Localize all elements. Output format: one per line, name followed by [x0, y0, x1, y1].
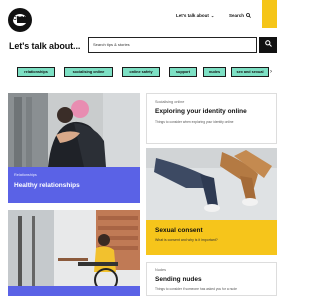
- chip-socialising-online[interactable]: socialising online: [64, 67, 113, 77]
- chip-online-safety[interactable]: online safety: [122, 67, 160, 77]
- chip-sex-and-sexual[interactable]: sex and sexual: [231, 67, 269, 77]
- wheelchair-photo: [8, 210, 140, 296]
- healthy-relationships-card[interactable]: Relationships Healthy relationships: [8, 167, 140, 203]
- nav-lets-talk-label: Let's talk about: [176, 13, 209, 18]
- nav-lets-talk[interactable]: Let's talk about ⌄: [176, 13, 214, 18]
- card-title: Sexual consent: [155, 227, 203, 234]
- legs-photo: [146, 148, 277, 220]
- sending-nudes-card[interactable]: Nudes Sending nudes Things to consider i…: [146, 262, 277, 296]
- search-input[interactable]: Search tips & stories: [88, 37, 257, 53]
- search-submit-button[interactable]: [259, 37, 277, 53]
- yellow-corner-tab[interactable]: [262, 0, 277, 28]
- card-description: What is consent and why is it important?: [155, 238, 218, 242]
- card-title: Healthy relationships: [14, 182, 80, 189]
- sexual-consent-image[interactable]: [146, 148, 277, 220]
- healthy-relationships-image[interactable]: [8, 93, 140, 167]
- search-icon: [246, 13, 252, 18]
- chip-nudes[interactable]: nudes: [203, 67, 226, 77]
- wheelchair-card-footer[interactable]: [8, 286, 140, 296]
- card-description: Things to consider if someone has asked …: [155, 287, 237, 291]
- nav-search[interactable]: Search: [229, 13, 252, 18]
- card-kicker: Socialising online: [155, 100, 185, 104]
- card-kicker: Nudes: [155, 268, 166, 272]
- chevron-right-icon[interactable]: ›: [270, 67, 272, 77]
- logo-text: CEOP: [12, 16, 28, 22]
- chip-support[interactable]: support: [169, 67, 197, 77]
- topic-chips: relationships socialising online online …: [17, 67, 273, 77]
- card-description: Things to consider when exploring your i…: [155, 120, 234, 124]
- exploring-identity-card[interactable]: Socialising online Exploring your identi…: [146, 93, 277, 144]
- sexual-consent-card[interactable]: Sexual consent What is consent and why i…: [146, 220, 277, 255]
- site-logo[interactable]: CEOP: [8, 8, 32, 32]
- chip-relationships[interactable]: relationships: [17, 67, 55, 77]
- card-title: Exploring your identity online: [155, 108, 247, 115]
- card-kicker: Relationships: [14, 173, 37, 177]
- nav-search-label: Search: [229, 13, 245, 18]
- wheelchair-card-image[interactable]: [8, 210, 140, 296]
- couple-photo: [8, 93, 140, 167]
- chevron-down-icon: ⌄: [210, 13, 215, 18]
- search-icon: [264, 40, 272, 47]
- card-title: Sending nudes: [155, 276, 202, 283]
- page-headline: Let's talk about...: [9, 41, 81, 51]
